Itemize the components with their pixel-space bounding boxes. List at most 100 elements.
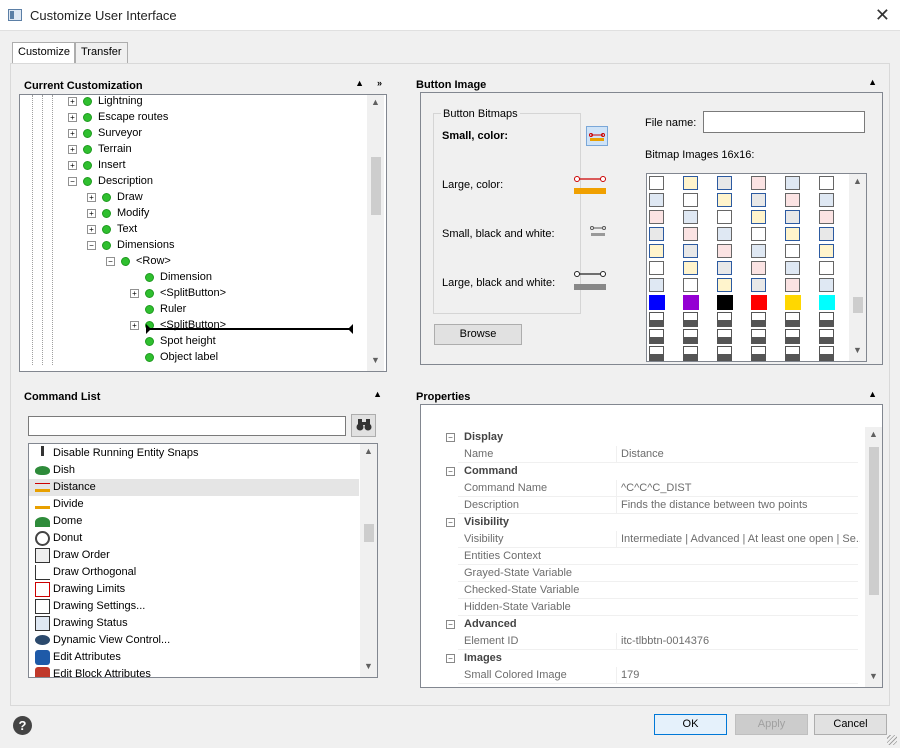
bitmap-thumbnail[interactable] <box>751 193 766 207</box>
collapse-minus-icon[interactable]: − <box>106 256 115 266</box>
property-row[interactable]: Grayed-State Variable <box>458 565 858 582</box>
cancel-button[interactable]: Cancel <box>814 714 887 735</box>
bitmap-thumbnail[interactable] <box>819 278 834 292</box>
bitmap-thumbnail[interactable] <box>717 261 732 275</box>
tree-node[interactable]: − <Row> <box>106 255 171 271</box>
property-row[interactable]: Element ID itc-tlbbtn-0014376 <box>458 633 858 650</box>
property-row[interactable]: Name Distance <box>458 446 858 463</box>
tree-node[interactable]: + Draw <box>87 191 143 207</box>
tab-customize[interactable]: Customize <box>12 42 75 65</box>
help-icon[interactable]: ? <box>13 716 32 735</box>
collapse-up-icon[interactable]: ▲ <box>355 78 364 88</box>
expand-plus-icon[interactable]: + <box>68 160 77 170</box>
collapse-up-icon[interactable]: ▲ <box>868 77 877 87</box>
file-name-input[interactable] <box>703 111 865 133</box>
scroll-down-icon[interactable]: ▼ <box>867 671 880 685</box>
bitmap-thumbnail[interactable] <box>751 346 766 361</box>
find-button[interactable] <box>351 414 376 437</box>
bitmap-thumbnail[interactable] <box>717 278 732 292</box>
bitmap-thumbnail[interactable] <box>649 227 664 241</box>
small-color-preview[interactable] <box>586 126 608 146</box>
command-list-item[interactable]: Drawing Limits <box>29 581 359 598</box>
bitmap-thumbnail[interactable] <box>717 176 732 190</box>
collapse-minus-icon[interactable]: − <box>446 518 455 527</box>
ok-button[interactable]: OK <box>654 714 727 735</box>
scroll-up-icon[interactable]: ▲ <box>362 446 375 460</box>
property-row[interactable]: Description Finds the distance between tw… <box>458 497 858 514</box>
tree-scroll-thumb[interactable] <box>371 157 381 215</box>
scroll-down-icon[interactable]: ▼ <box>362 661 375 675</box>
property-row[interactable]: Small Colored Image 179 <box>458 667 858 684</box>
tree-node[interactable]: Dimension <box>130 271 212 287</box>
command-list-item[interactable]: Drawing Settings... <box>29 598 359 615</box>
bitmap-thumbnail[interactable] <box>649 244 664 258</box>
tree-node[interactable]: Ruler <box>130 303 186 319</box>
collapse-minus-icon[interactable]: − <box>446 654 455 663</box>
bitmap-thumbnail[interactable] <box>717 295 733 310</box>
collapse-minus-icon[interactable]: − <box>87 240 96 250</box>
command-list-item[interactable]: Distance <box>29 479 359 496</box>
bitmap-thumbnail[interactable] <box>785 329 800 344</box>
customization-tree[interactable]: + Lightning + Escape routes + Surveyor + Terrai… <box>19 94 387 372</box>
command-list-item[interactable]: Dish <box>29 462 359 479</box>
bitmap-thumbnail[interactable] <box>751 244 766 258</box>
bitmap-thumbnail[interactable] <box>683 244 698 258</box>
property-category[interactable]: − Images <box>446 650 502 667</box>
bitmap-thumbnail[interactable] <box>751 227 766 241</box>
collapse-minus-icon[interactable]: − <box>446 620 455 629</box>
bitmap-thumbnail[interactable] <box>819 329 834 344</box>
command-list[interactable]: Disable Running Entity Snaps Dish Distance… <box>28 443 378 678</box>
bitmap-thumbnail[interactable] <box>819 210 834 224</box>
collapse-minus-icon[interactable]: − <box>68 176 77 186</box>
properties-scrollbar[interactable]: ▲ ▼ <box>865 427 882 687</box>
bitmap-thumbnail[interactable] <box>649 295 665 310</box>
expand-plus-icon[interactable]: + <box>68 128 77 138</box>
collapse-up-icon[interactable]: ▲ <box>868 389 877 399</box>
tree-node[interactable]: + Insert <box>68 159 126 175</box>
bitmap-thumbnail[interactable] <box>717 329 732 344</box>
bitmap-thumbnail[interactable] <box>819 346 834 361</box>
tree-node[interactable]: + Modify <box>87 207 149 223</box>
tab-transfer[interactable]: Transfer <box>75 42 128 64</box>
property-row[interactable]: Entities Context <box>458 548 858 565</box>
bitmap-thumbnail[interactable] <box>683 210 698 224</box>
properties-grid[interactable]: − Display Name Distance − Command Command Name… <box>420 404 883 688</box>
bitmap-thumbnail[interactable] <box>785 210 800 224</box>
bitmap-scroll-thumb[interactable] <box>853 297 863 313</box>
bitmap-thumbnail[interactable] <box>717 210 732 224</box>
property-row[interactable]: Checked-State Variable <box>458 582 858 599</box>
bitmap-thumbnail[interactable] <box>683 261 698 275</box>
property-category[interactable]: − Command <box>446 463 518 480</box>
resize-grip[interactable] <box>887 735 897 745</box>
expand-plus-icon[interactable]: + <box>130 288 139 298</box>
scroll-up-icon[interactable]: ▲ <box>867 429 880 443</box>
bitmap-thumbnail[interactable] <box>785 312 800 327</box>
bitmap-thumbnail[interactable] <box>819 193 834 207</box>
bitmap-thumbnail[interactable] <box>819 176 834 190</box>
property-category[interactable]: − Advanced <box>446 616 517 633</box>
property-category[interactable]: − Visibility <box>446 514 509 531</box>
bitmap-thumbnail[interactable] <box>751 295 767 310</box>
tree-node[interactable]: + Terrain <box>68 143 132 159</box>
collapse-up-icon[interactable]: ▲ <box>373 389 382 399</box>
bitmap-thumbnail[interactable] <box>785 346 800 361</box>
bitmap-thumbnail[interactable] <box>683 312 698 327</box>
close-icon[interactable]: ✕ <box>875 5 890 26</box>
properties-scroll-thumb[interactable] <box>869 447 879 595</box>
scroll-down-icon[interactable]: ▼ <box>851 345 864 359</box>
property-value[interactable]: 179 <box>616 667 860 684</box>
bitmap-thumbnail[interactable] <box>819 244 834 258</box>
scroll-up-icon[interactable]: ▲ <box>851 176 864 190</box>
tree-node[interactable]: − Description <box>68 175 153 191</box>
collapse-minus-icon[interactable]: − <box>446 467 455 476</box>
command-list-item[interactable]: Draw Orthogonal <box>29 564 359 581</box>
command-list-item[interactable]: Donut <box>29 530 359 547</box>
expand-right-icon[interactable]: » <box>377 78 382 88</box>
bitmap-thumbnail[interactable] <box>683 193 698 207</box>
bitmap-thumbnail[interactable] <box>819 261 834 275</box>
bitmap-images-grid[interactable]: ▲ ▼ <box>646 173 867 362</box>
bitmap-thumbnail[interactable] <box>819 295 835 310</box>
property-row[interactable]: Visibility Intermediate | Advanced | At l… <box>458 531 860 548</box>
tree-node[interactable]: + Surveyor <box>68 127 142 143</box>
bitmap-thumbnail[interactable] <box>649 193 664 207</box>
